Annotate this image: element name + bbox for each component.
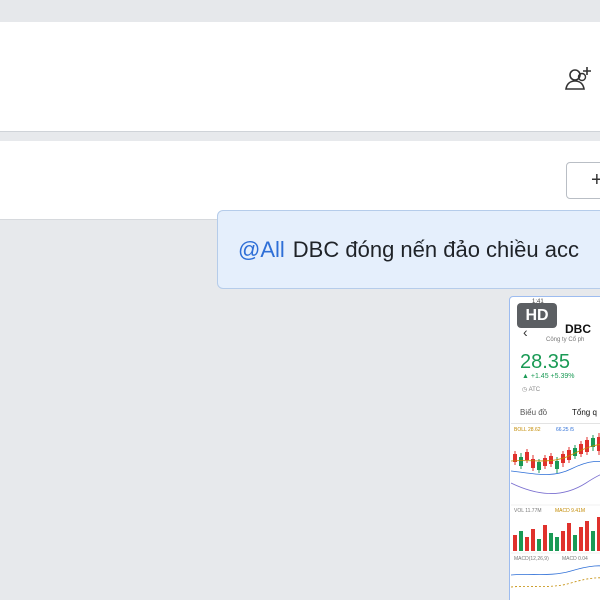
mention-all[interactable]: @All <box>238 237 285 262</box>
volume-bars <box>513 517 600 551</box>
add-button[interactable]: + <box>566 162 600 199</box>
phone-tab-divider <box>511 423 600 424</box>
top-strip <box>0 0 600 22</box>
chat-header <box>0 22 600 132</box>
hd-badge: HD <box>517 303 557 328</box>
phone-change: ▲ +1.45 +5.39% <box>522 373 575 380</box>
message-body: DBC đóng nến đảo chiều acc <box>292 237 579 262</box>
phone-ticker: DBC <box>565 322 591 336</box>
phone-session-value: ATC <box>528 387 541 393</box>
phone-tab-chart: Biểu đồ <box>520 408 548 417</box>
phone-change-value: +1.45 +5.39% <box>530 373 575 380</box>
phone-tab-overview: Tổng q <box>572 408 597 417</box>
candles <box>513 433 600 473</box>
phone-price: 28.35 <box>520 351 571 373</box>
toolbar <box>0 141 600 220</box>
phone-company: Công ty Cổ ph <box>546 337 585 343</box>
add-member-icon[interactable] <box>563 64 593 94</box>
phone-session: ◷ ATC <box>522 387 541 393</box>
message-text: @All DBC đóng nến đảo chiều acc <box>238 237 579 263</box>
section-gap <box>0 133 600 141</box>
phone-candlestick-chart <box>511 433 600 588</box>
